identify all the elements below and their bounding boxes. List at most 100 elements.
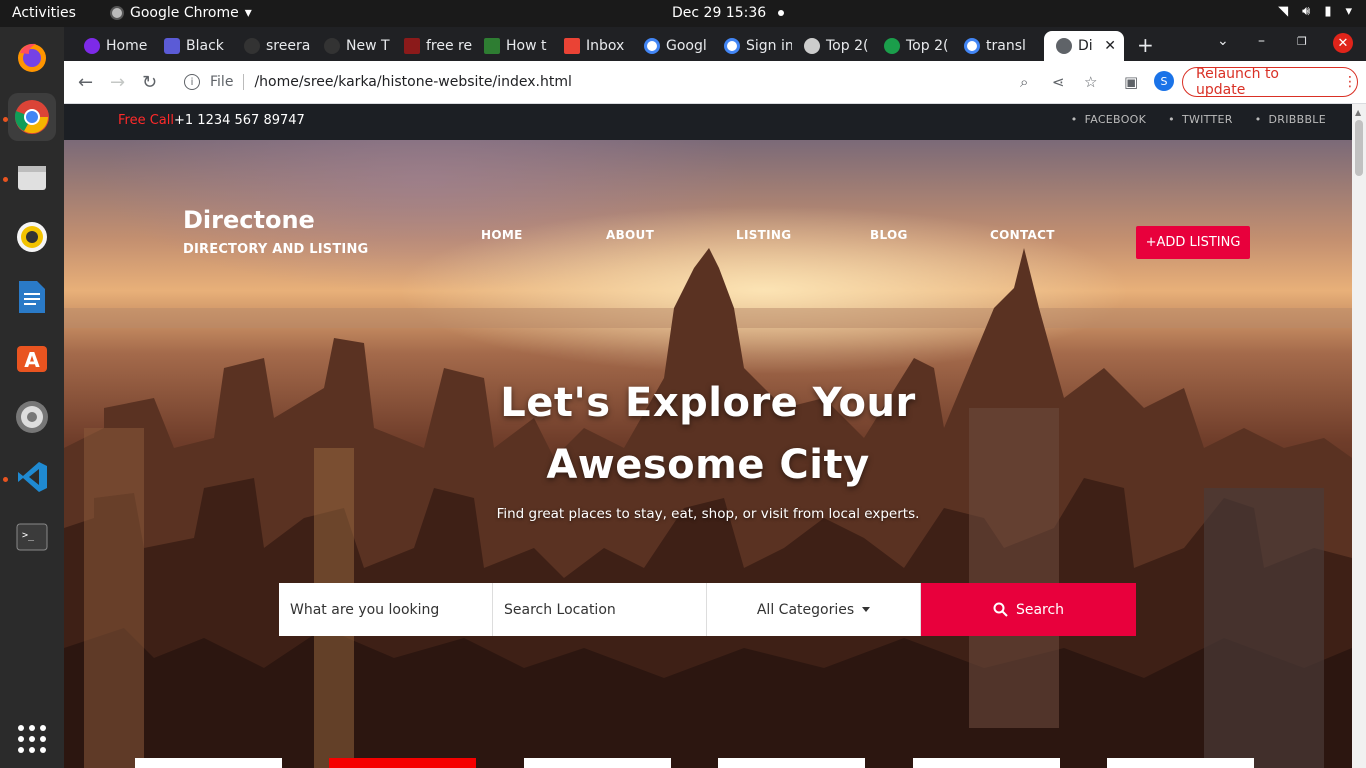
side-panel-icon[interactable]: ▣ xyxy=(1124,73,1138,91)
bookmark-star-icon[interactable]: ☆ xyxy=(1084,73,1097,91)
site-icon xyxy=(804,38,820,54)
tab-top-20-b[interactable]: Top 2( xyxy=(872,31,952,61)
url-text[interactable]: /home/sree/karka/histone-website/index.h… xyxy=(254,74,571,90)
more-menu-icon[interactable]: ⋮ xyxy=(1343,74,1357,90)
minimize-icon[interactable]: – xyxy=(1258,33,1265,49)
show-apps-icon[interactable] xyxy=(18,725,46,753)
location-input[interactable]: Search Location xyxy=(493,583,707,636)
chrome-small-icon xyxy=(110,6,124,20)
tab-free-re[interactable]: free re xyxy=(392,31,472,61)
category-card-food[interactable] xyxy=(135,758,282,768)
brand-tagline: DIRECTORY AND LISTING xyxy=(183,242,369,257)
nav-listing[interactable]: LISTING xyxy=(736,228,791,242)
tab-label: sreera xyxy=(266,38,311,54)
chrome-icon[interactable] xyxy=(8,93,56,141)
tab-label: Googl xyxy=(666,38,707,54)
terminal-icon[interactable]: >_ xyxy=(8,513,56,561)
clock[interactable]: Dec 29 15:36 xyxy=(672,5,785,21)
category-card-hotel[interactable] xyxy=(329,758,476,768)
running-indicator-icon xyxy=(3,477,8,482)
forward-icon[interactable]: → xyxy=(110,72,125,93)
caret-down-icon xyxy=(862,607,871,612)
scrollbar-thumb[interactable] xyxy=(1355,120,1363,176)
firefox-icon[interactable] xyxy=(8,33,56,81)
nav-about[interactable]: ABOUT xyxy=(606,228,654,242)
dribbble-link[interactable]: DRIBBBLE xyxy=(1255,113,1326,126)
site-brand[interactable]: Directone DIRECTORY AND LISTING xyxy=(183,206,368,257)
maximize-icon[interactable]: ❐ xyxy=(1297,35,1307,48)
chevron-down-icon: ▾ xyxy=(1345,4,1352,19)
tab-how-t[interactable]: How t xyxy=(472,31,552,61)
tab-label: Top 2( xyxy=(826,38,869,54)
tab-black[interactable]: Black xyxy=(152,31,232,61)
writer-icon[interactable] xyxy=(8,273,56,321)
hero-headline-line2: Awesome City xyxy=(546,442,870,488)
battery-icon: ▮ xyxy=(1324,4,1332,19)
vscode-icon[interactable] xyxy=(8,453,56,501)
facebook-link[interactable]: FACEBOOK xyxy=(1071,113,1146,126)
add-listing-button[interactable]: +ADD LISTING xyxy=(1136,226,1250,259)
new-tab-button[interactable]: + xyxy=(1137,33,1154,57)
nav-contact[interactable]: CONTACT xyxy=(990,228,1055,242)
category-card-fitness[interactable] xyxy=(913,758,1060,768)
canva-icon xyxy=(84,38,100,54)
settings-icon[interactable] xyxy=(8,393,56,441)
category-card-events[interactable] xyxy=(1107,758,1254,768)
hero-subtitle: Find great places to stay, eat, shop, or… xyxy=(496,506,920,522)
tab-home[interactable]: Home xyxy=(72,31,152,61)
browser-window: Home Black sreera New T free re How t In… xyxy=(64,27,1366,104)
info-icon[interactable]: i xyxy=(184,74,200,90)
web-page: Free Call+1 1234 567 89747 FACEBOOK TWIT… xyxy=(64,104,1352,768)
nav-blog[interactable]: BLOG xyxy=(870,228,908,242)
tab-search-icon[interactable]: ⌄ xyxy=(1217,33,1229,49)
page-scrollbar[interactable]: ▲ xyxy=(1352,104,1366,768)
category-card-shopping[interactable] xyxy=(524,758,671,768)
tab-top-20-a[interactable]: Top 2( xyxy=(792,31,872,61)
tab-inbox[interactable]: Inbox xyxy=(552,31,632,61)
close-tab-icon[interactable]: ✕ xyxy=(1104,38,1116,54)
tab-directone[interactable]: Di ✕ xyxy=(1044,31,1124,61)
address-bar[interactable]: i File /home/sree/karka/histone-website/… xyxy=(172,67,1112,97)
hero-headline: Let's Explore Your Awesome City xyxy=(64,372,1352,496)
activities-button[interactable]: Activities xyxy=(12,5,76,21)
app-menu[interactable]: Google Chrome ▾ xyxy=(110,5,252,21)
files-icon[interactable] xyxy=(8,153,56,201)
tab-new-t[interactable]: New T xyxy=(312,31,392,61)
relaunch-button[interactable]: Relaunch to update ⋮ xyxy=(1182,66,1358,98)
info-bar: Free Call+1 1234 567 89747 FACEBOOK TWIT… xyxy=(64,104,1352,140)
category-select-label: All Categories xyxy=(756,601,855,618)
phone-number[interactable]: +1 1234 567 89747 xyxy=(174,113,305,128)
nav-home[interactable]: HOME xyxy=(481,228,523,242)
github-icon xyxy=(324,38,340,54)
tab-transl[interactable]: transl xyxy=(952,31,1032,61)
notification-dot-icon xyxy=(778,10,785,16)
tab-label: Sign in xyxy=(746,38,792,54)
running-indicator-icon xyxy=(3,117,8,122)
dock: A >_ xyxy=(0,27,64,768)
software-icon[interactable]: A xyxy=(8,333,56,381)
scroll-up-icon[interactable]: ▲ xyxy=(1355,108,1361,117)
system-tray[interactable]: ◥ 🔊︎ ▮ ▾ xyxy=(1278,4,1352,19)
keyword-input[interactable]: What are you looking xyxy=(279,583,493,636)
tab-sreera[interactable]: sreera xyxy=(232,31,312,61)
tab-sign-in[interactable]: Sign in xyxy=(712,31,792,61)
back-icon[interactable]: ← xyxy=(78,72,93,93)
site-icon xyxy=(884,38,900,54)
category-select[interactable]: All Categories xyxy=(707,583,921,636)
close-window-button[interactable]: ✕ xyxy=(1333,33,1353,53)
twitter-link[interactable]: TWITTER xyxy=(1168,113,1233,126)
free-call-label: Free Call xyxy=(118,113,174,128)
os-top-bar: Activities Google Chrome ▾ Dec 29 15:36 … xyxy=(0,0,1366,27)
rhythmbox-icon[interactable] xyxy=(8,213,56,261)
search-button[interactable]: Search xyxy=(921,583,1136,636)
share-icon[interactable]: ⋖ xyxy=(1052,73,1065,91)
app-menu-label: Google Chrome xyxy=(130,5,239,21)
zoom-icon[interactable]: ⌕ xyxy=(1020,73,1028,91)
google-icon xyxy=(724,38,740,54)
tab-google[interactable]: Googl xyxy=(632,31,712,61)
browser-toolbar: ← → ↻ i File /home/sree/karka/histone-we… xyxy=(64,61,1366,104)
category-card-entertainment[interactable] xyxy=(718,758,865,768)
google-icon xyxy=(964,38,980,54)
reload-icon[interactable]: ↻ xyxy=(142,72,157,93)
profile-avatar[interactable]: S xyxy=(1154,71,1174,91)
